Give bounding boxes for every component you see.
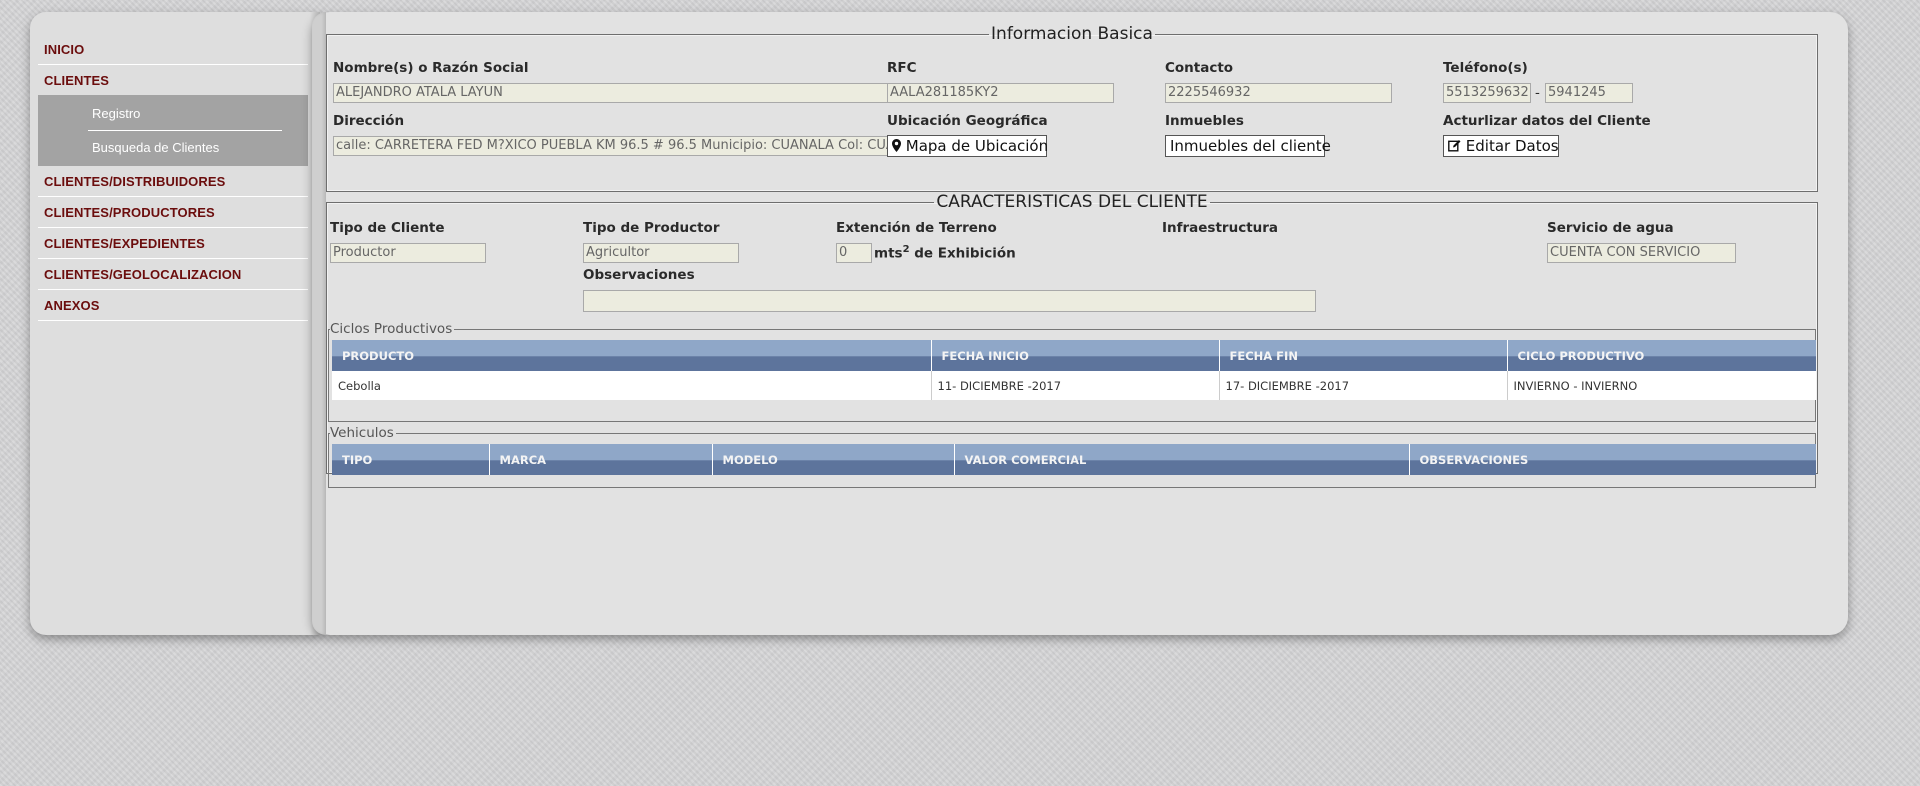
land-exponent: 2: [902, 244, 910, 255]
submenu-item-registro[interactable]: Registro: [88, 97, 282, 131]
land-unit: mts: [874, 245, 903, 262]
land-label: Extención de Terreno: [836, 220, 997, 236]
cycle-end-date: 17- DICIEMBRE -2017: [1218, 371, 1507, 400]
submenu-item-busqueda[interactable]: Busqueda de Clientes: [88, 131, 282, 164]
cycles-header-producto[interactable]: PRODUCTO: [332, 340, 931, 371]
address-label: Dirección: [333, 113, 405, 129]
vehicles-group: Vehiculos TIPO MARCA MODELO VALOR COMERC…: [328, 425, 1816, 488]
property-button[interactable]: Inmuebles del cliente: [1165, 135, 1331, 157]
cycle-product: Cebolla: [332, 371, 931, 400]
vehicles-header-valor[interactable]: VALOR COMERCIAL: [953, 444, 1409, 475]
sidebar-item-distribuidores[interactable]: CLIENTES/DISTRIBUIDORES: [38, 166, 308, 197]
edit-button[interactable]: Editar Datos: [1443, 135, 1559, 157]
basic-info-legend: Informacion Basica: [991, 24, 1153, 44]
cycle-start-date: 11- DICIEMBRE -2017: [930, 371, 1219, 400]
client-type-field[interactable]: Productor: [330, 243, 486, 263]
phone-field-2[interactable]: 5941245: [1545, 83, 1633, 103]
vehicles-header-row: TIPO MARCA MODELO VALOR COMERCIAL OBSERV…: [332, 444, 1816, 475]
land-unit-text: mts2 de Exhibición: [874, 244, 1016, 262]
cycles-header-fecha-fin[interactable]: FECHA FIN: [1218, 340, 1507, 371]
property-label: Inmuebles: [1165, 113, 1244, 129]
sidebar-nav: INICIO CLIENTES Registro Busqueda de Cli…: [38, 34, 308, 321]
infra-label: Infraestructura: [1162, 220, 1279, 236]
cycles-table: PRODUCTO FECHA INICIO FECHA FIN CICLO PR…: [332, 340, 1816, 400]
edit-button-label: Editar Datos: [1465, 137, 1559, 155]
update-label: Acturlizar datos del Cliente: [1443, 113, 1651, 129]
contact-label: Contacto: [1165, 60, 1234, 76]
vehicles-header-marca[interactable]: MARCA: [488, 444, 712, 475]
sidebar-item-expedientes[interactable]: CLIENTES/EXPEDIENTES: [38, 228, 308, 259]
vehicles-header-observaciones[interactable]: OBSERVACIONES: [1408, 444, 1816, 475]
water-field[interactable]: CUENTA CON SERVICIO: [1547, 243, 1736, 263]
vehicles-caption: Vehiculos: [330, 425, 396, 441]
characteristics-section: CARACTERISTICAS DEL CLIENTE Tipo de Clie…: [326, 192, 1818, 488]
phone-label: Teléfono(s): [1443, 60, 1528, 76]
map-marker-icon: [892, 137, 901, 157]
cycles-header-ciclo[interactable]: CICLO PRODUCTIVO: [1506, 340, 1816, 371]
cycles-header-fecha-inicio[interactable]: FECHA INICIO: [930, 340, 1219, 371]
land-suffix: de Exhibición: [909, 245, 1016, 262]
obs-label: Observaciones: [583, 267, 695, 283]
sidebar: INICIO CLIENTES Registro Busqueda de Cli…: [30, 12, 320, 635]
obs-field[interactable]: [583, 290, 1316, 312]
sidebar-item-clientes[interactable]: CLIENTES: [38, 65, 308, 95]
cycles-group: Ciclos Productivos PRODUCTO FECHA INICIO…: [328, 321, 1816, 422]
water-label: Servicio de agua: [1547, 220, 1674, 236]
cycle-season: INVIERNO - INVIERNO: [1506, 371, 1816, 400]
sidebar-item-anexos[interactable]: ANEXOS: [38, 290, 308, 321]
address-field[interactable]: calle: CARRETERA FED M?XICO PUEBLA KM 96…: [333, 136, 981, 156]
producer-type-label: Tipo de Productor: [583, 220, 720, 236]
contact-field[interactable]: 2225546932: [1165, 83, 1392, 103]
sidebar-item-geolocalizacion[interactable]: CLIENTES/GEOLOCALIZACION: [38, 259, 308, 290]
cycles-header-row: PRODUCTO FECHA INICIO FECHA FIN CICLO PR…: [332, 340, 1816, 371]
cycles-caption: Ciclos Productivos: [330, 321, 455, 337]
table-row[interactable]: Cebolla 11- DICIEMBRE -2017 17- DICIEMBR…: [332, 371, 1816, 400]
main-panel: Informacion Basica Nombre(s) o Razón Soc…: [312, 12, 1848, 635]
vehicles-header-modelo[interactable]: MODELO: [711, 444, 954, 475]
map-button[interactable]: Mapa de Ubicación: [887, 135, 1049, 157]
name-label: Nombre(s) o Razón Social: [333, 60, 529, 76]
sidebar-item-productores[interactable]: CLIENTES/PRODUCTORES: [38, 197, 308, 228]
vehicles-table: TIPO MARCA MODELO VALOR COMERCIAL OBSERV…: [332, 444, 1816, 475]
basic-info-section: Informacion Basica Nombre(s) o Razón Soc…: [326, 24, 1818, 192]
name-field[interactable]: ALEJANDRO ATALA LAYUN: [333, 83, 911, 103]
producer-type-field[interactable]: Agricultor: [583, 243, 739, 263]
characteristics-legend: CARACTERISTICAS DEL CLIENTE: [936, 192, 1208, 212]
edit-icon: [1448, 137, 1461, 157]
rfc-label: RFC: [887, 60, 917, 76]
rfc-field[interactable]: AALA281185KY2: [887, 83, 1114, 103]
client-type-label: Tipo de Cliente: [330, 220, 445, 236]
phone-field-1[interactable]: 5513259632: [1443, 83, 1531, 103]
phone-separator: -: [1535, 85, 1540, 101]
vehicles-header-tipo[interactable]: TIPO: [332, 444, 489, 475]
geo-label: Ubicación Geográfica: [887, 113, 1048, 129]
sidebar-item-inicio[interactable]: INICIO: [38, 34, 308, 65]
map-button-label: Mapa de Ubicación: [905, 137, 1049, 155]
land-field[interactable]: 0: [836, 243, 872, 263]
sidebar-submenu: Registro Busqueda de Clientes: [38, 95, 308, 166]
main-left-bar: [312, 12, 326, 635]
